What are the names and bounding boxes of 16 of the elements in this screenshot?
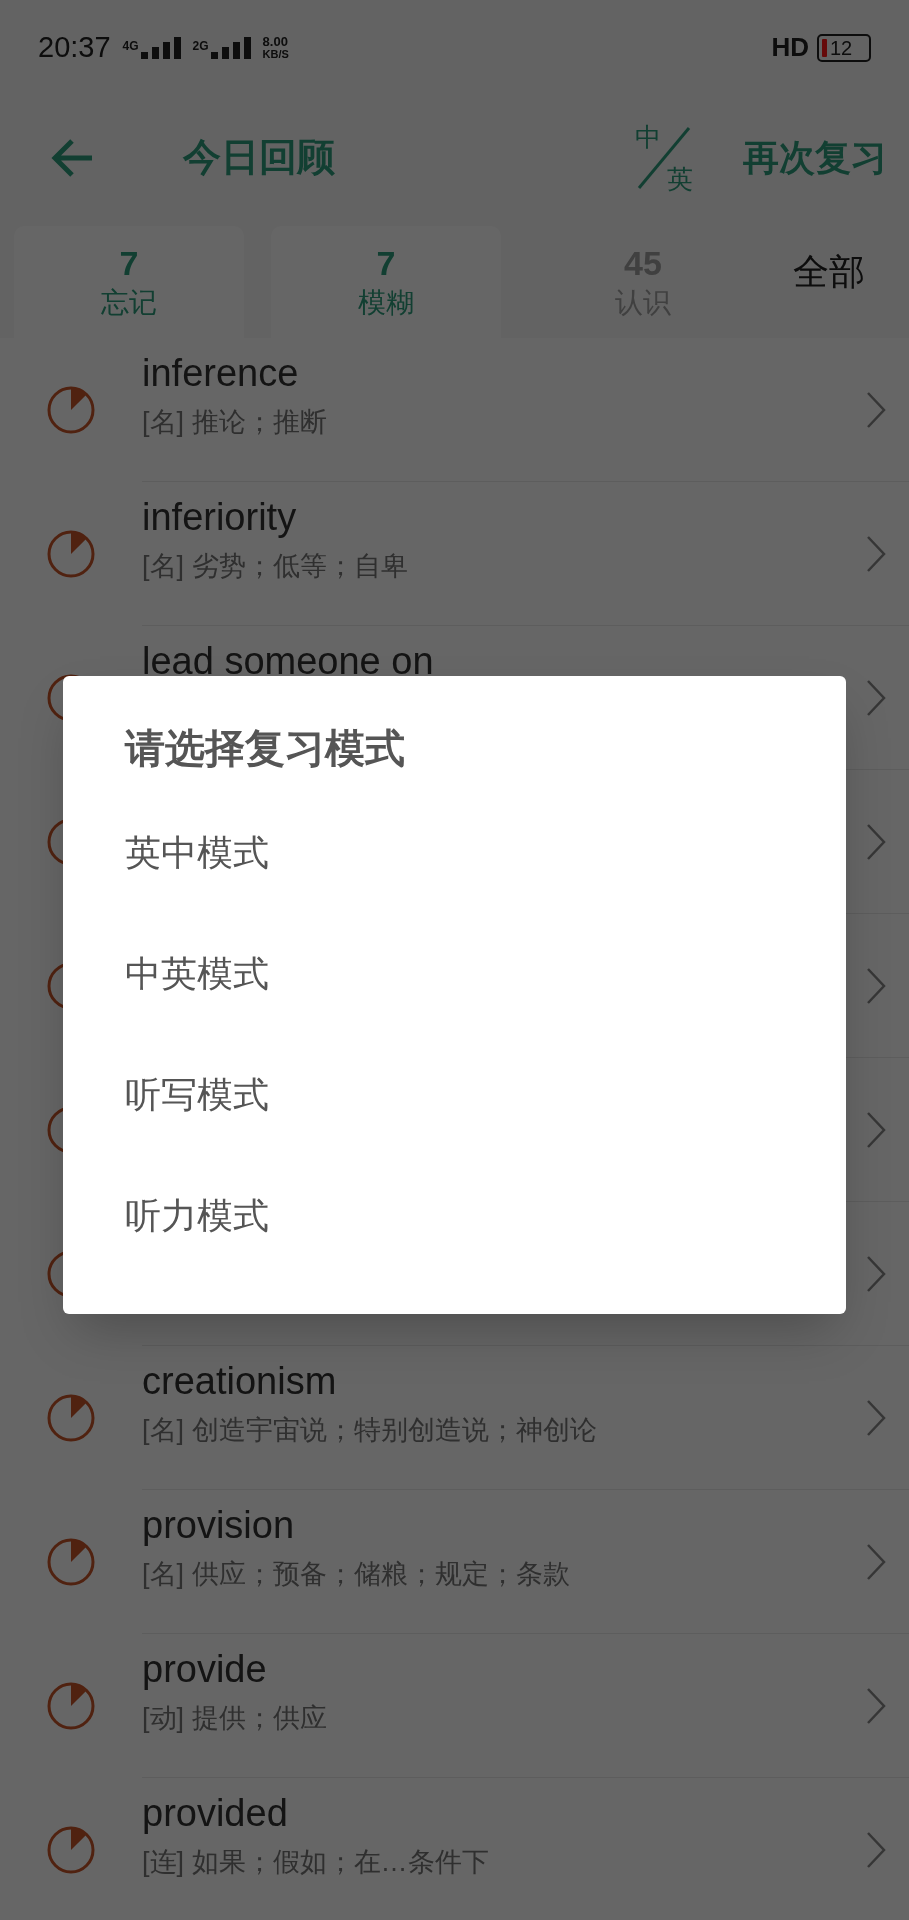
- word: inferiority: [142, 495, 298, 540]
- speed-unit: KB/S: [262, 47, 289, 61]
- hd-label: HD: [771, 31, 809, 64]
- clock: 20:37: [38, 29, 111, 65]
- word: provided: [142, 1791, 289, 1836]
- battery-level: 12: [830, 37, 853, 58]
- speed-value: 8.00: [262, 34, 289, 48]
- dialog-title: 请选择复习模式: [125, 725, 406, 772]
- word: provision: [142, 1503, 296, 1548]
- network-label: 4G: [122, 37, 139, 55]
- word: creationism: [142, 1359, 338, 1404]
- word: inference: [142, 351, 300, 396]
- word: lead someone on: [142, 639, 435, 684]
- word: provide: [142, 1647, 268, 1692]
- page-title: 今日回顾: [183, 135, 335, 180]
- network-label: 2G: [192, 37, 209, 55]
